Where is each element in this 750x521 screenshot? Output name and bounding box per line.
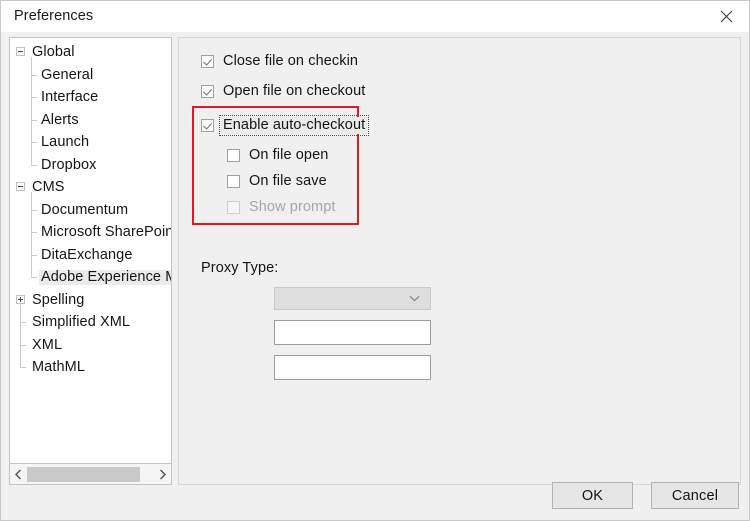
sidebar-item-label: Dropbox [39, 158, 99, 173]
checkbox-enable-auto-checkout[interactable]: Enable auto-checkout [201, 117, 367, 134]
sidebar-item-adobe-experience-manager[interactable]: Adobe Experience Manager [10, 266, 171, 289]
sidebar-item-label: XML [30, 338, 64, 353]
ok-button[interactable]: OK [552, 482, 633, 509]
sidebar-item-label: Simplified XML [30, 315, 132, 330]
page-title: Preferences [14, 8, 93, 24]
expand-icon[interactable] [16, 295, 25, 304]
checkbox-show-prompt: Show prompt [227, 200, 336, 215]
sidebar-item-cms[interactable]: CMS [10, 176, 171, 199]
checkbox-box[interactable] [227, 149, 240, 162]
proxy-extra-input[interactable] [274, 355, 431, 380]
sidebar-item-label: General [39, 68, 95, 83]
checkbox-label: Enable auto-checkout [221, 117, 367, 134]
collapse-icon[interactable] [16, 182, 25, 191]
checkbox-on-file-open[interactable]: On file open [227, 148, 328, 163]
chevron-right-icon[interactable] [154, 465, 171, 484]
collapse-icon[interactable] [16, 47, 25, 56]
tree-connector [31, 57, 32, 165]
cancel-button[interactable]: Cancel [651, 482, 739, 509]
sidebar-item-launch[interactable]: Launch [10, 131, 171, 154]
close-icon [720, 10, 733, 23]
checkbox-on-file-save[interactable]: On file save [227, 174, 327, 189]
sidebar-item-label: Interface [39, 90, 100, 105]
sidebar-item-label: Launch [39, 135, 91, 150]
checkbox-box[interactable] [201, 119, 214, 132]
sidebar-item-xml[interactable]: XML [10, 334, 171, 357]
sidebar-item-simplified-xml[interactable]: Simplified XML [10, 311, 171, 334]
preferences-content-panel: Close file on checkin Open file on check… [178, 37, 741, 485]
tree-connector [20, 305, 21, 368]
sidebar-item-label: Alerts [39, 113, 81, 128]
close-button[interactable] [703, 1, 749, 31]
proxy-type-label: Proxy Type: [201, 260, 278, 276]
tree-horizontal-scrollbar[interactable] [9, 464, 172, 485]
preferences-tree[interactable]: Global General Interface Alerts Launch Dropbo… [9, 37, 172, 464]
checkbox-label: On file save [249, 174, 327, 189]
scrollbar-thumb[interactable] [27, 467, 140, 482]
sidebar-item-label: Adobe Experience Manager [39, 270, 172, 285]
tree-connector [31, 192, 32, 277]
dialog-body: Global General Interface Alerts Launch Dropbo… [1, 32, 749, 520]
checkbox-box [227, 201, 240, 214]
sidebar-item-dropbox[interactable]: Dropbox [10, 154, 171, 177]
checkbox-label: Close file on checkin [223, 54, 358, 69]
sidebar-item-alerts[interactable]: Alerts [10, 109, 171, 132]
sidebar-item-label: MathML [30, 360, 87, 375]
checkbox-label: Show prompt [249, 200, 336, 215]
sidebar-item-label: Documentum [39, 203, 130, 218]
sidebar-item-label: CMS [30, 180, 67, 195]
checkbox-label: Open file on checkout [223, 84, 365, 99]
sidebar-item-documentum[interactable]: Documentum [10, 199, 171, 222]
server-dropdown[interactable] [274, 287, 431, 310]
checkbox-box[interactable] [201, 85, 214, 98]
checkbox-open-file-on-checkout[interactable]: Open file on checkout [201, 84, 365, 99]
preferences-dialog: Preferences Global General Interface Alerts… [0, 0, 750, 521]
scrollbar-track[interactable] [27, 465, 154, 484]
checkbox-box[interactable] [227, 175, 240, 188]
sidebar-item-ditaexchange[interactable]: DitaExchange [10, 244, 171, 267]
title-bar: Preferences [1, 1, 749, 33]
sidebar-item-label: DitaExchange [39, 248, 134, 263]
checkbox-label: On file open [249, 148, 328, 163]
chevron-down-icon [409, 295, 420, 302]
sidebar-item-spelling[interactable]: Spelling [10, 289, 171, 312]
checkbox-close-file-on-checkin[interactable]: Close file on checkin [201, 54, 358, 69]
sidebar-item-global[interactable]: Global [10, 41, 171, 64]
sidebar-item-general[interactable]: General [10, 64, 171, 87]
sidebar-item-label: Global [30, 45, 77, 60]
sidebar-item-microsoft-sharepoint[interactable]: Microsoft SharePoint [10, 221, 171, 244]
sidebar-item-interface[interactable]: Interface [10, 86, 171, 109]
sidebar-item-label: Microsoft SharePoint [39, 225, 172, 240]
port-input[interactable] [274, 320, 431, 345]
checkbox-box[interactable] [201, 55, 214, 68]
chevron-left-icon[interactable] [10, 465, 27, 484]
sidebar-item-label: Spelling [30, 293, 86, 308]
sidebar-item-mathml[interactable]: MathML [10, 356, 171, 379]
